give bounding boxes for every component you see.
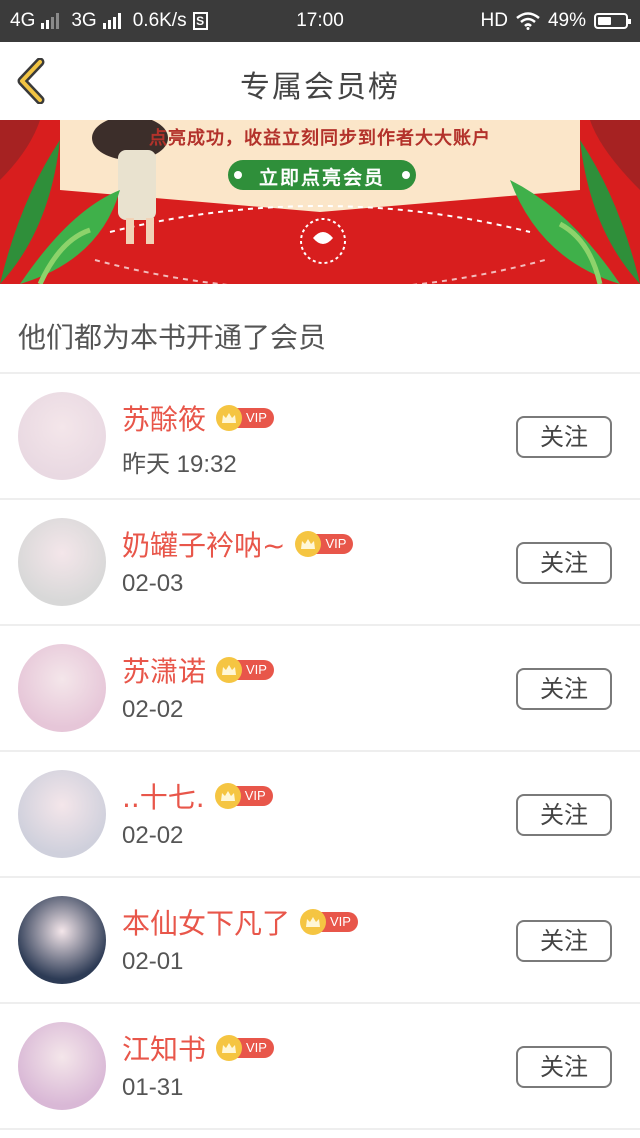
status-right: HD 49% <box>480 10 631 32</box>
page-title: 专属会员榜 <box>240 70 400 105</box>
member-name: 奶罐子衿呐~ <box>122 529 286 562</box>
member-time: 02-02 <box>122 822 184 849</box>
vip-badge: VIP <box>216 404 274 432</box>
name-line: ..十七. VIP <box>122 776 273 816</box>
avatar[interactable] <box>18 1022 106 1110</box>
vip-badge: VIP <box>295 530 354 558</box>
header: 专属会员榜 <box>0 42 640 120</box>
banner-cta-button[interactable]: 立即点亮会员 <box>228 163 416 190</box>
vip-badge: VIP <box>216 1034 274 1062</box>
member-name: 江知书 <box>122 1033 207 1066</box>
wifi-icon <box>516 12 540 30</box>
member-name: 苏酴筱 <box>122 403 207 436</box>
list-item[interactable]: 奶罐子衿呐~ VIP 02-03 关注 <box>0 500 640 626</box>
follow-button[interactable]: 关注 <box>516 416 612 458</box>
promo-banner[interactable]: 点亮成功，收益立刻同步到作者大大账户 立即点亮会员 <box>0 120 640 284</box>
battery-percent: 49% <box>547 10 586 31</box>
name-line: 苏酴筱 VIP <box>122 398 274 438</box>
list-item[interactable]: 江知书 VIP 01-31 关注 <box>0 1004 640 1130</box>
member-time: 昨天 19:32 <box>122 451 237 478</box>
name-line: 奶罐子衿呐~ VIP <box>122 524 354 564</box>
section-title: 他们都为本书开通了会员 <box>18 321 327 354</box>
list-item[interactable]: 苏潇诺 VIP 02-02 关注 <box>0 626 640 752</box>
crown-icon <box>216 405 243 431</box>
follow-button[interactable]: 关注 <box>516 920 612 962</box>
follow-button[interactable]: 关注 <box>516 542 612 584</box>
vip-badge: VIP <box>216 656 274 684</box>
follow-button[interactable]: 关注 <box>516 1046 612 1088</box>
crown-icon <box>300 909 327 935</box>
banner-headline: 点亮成功，收益立刻同步到作者大大账户 <box>149 128 491 149</box>
member-name: 苏潇诺 <box>122 655 207 688</box>
crown-icon <box>214 783 241 809</box>
member-name: 本仙女下凡了 <box>122 907 291 940</box>
hd-label: HD <box>480 10 508 31</box>
name-line: 苏潇诺 VIP <box>122 650 274 690</box>
member-time: 02-01 <box>122 948 184 975</box>
vip-badge: VIP <box>300 908 358 936</box>
avatar[interactable] <box>18 518 106 606</box>
crown-icon <box>216 1035 243 1061</box>
member-time: 02-03 <box>122 570 184 597</box>
avatar[interactable] <box>18 770 106 858</box>
member-time: 02-02 <box>122 696 184 723</box>
battery-fill <box>598 17 611 25</box>
status-bar: 4G 3G 0.6K/s S 17:00 HD 49% <box>0 0 640 42</box>
name-line: 本仙女下凡了 VIP <box>122 902 358 942</box>
name-line: 江知书 VIP <box>122 1028 274 1068</box>
battery-icon <box>594 13 631 29</box>
avatar[interactable] <box>18 896 106 984</box>
avatar[interactable] <box>18 644 106 732</box>
member-name: ..十七. <box>122 781 205 814</box>
list-item[interactable]: ..十七. VIP 02-02 关注 <box>0 752 640 878</box>
list-item[interactable]: 苏酴筱 VIP 昨天 19:32 关注 <box>0 374 640 500</box>
avatar[interactable] <box>18 392 106 480</box>
list-item[interactable]: 本仙女下凡了 VIP 02-01 关注 <box>0 878 640 1004</box>
follow-button[interactable]: 关注 <box>516 794 612 836</box>
member-list: 苏酴筱 VIP 昨天 19:32 关注 奶罐子衿呐~ VIP 02-03 关注 … <box>0 374 640 1130</box>
crown-icon <box>216 657 243 683</box>
follow-button[interactable]: 关注 <box>516 668 612 710</box>
member-time: 01-31 <box>122 1074 184 1101</box>
vip-badge: VIP <box>214 782 273 810</box>
